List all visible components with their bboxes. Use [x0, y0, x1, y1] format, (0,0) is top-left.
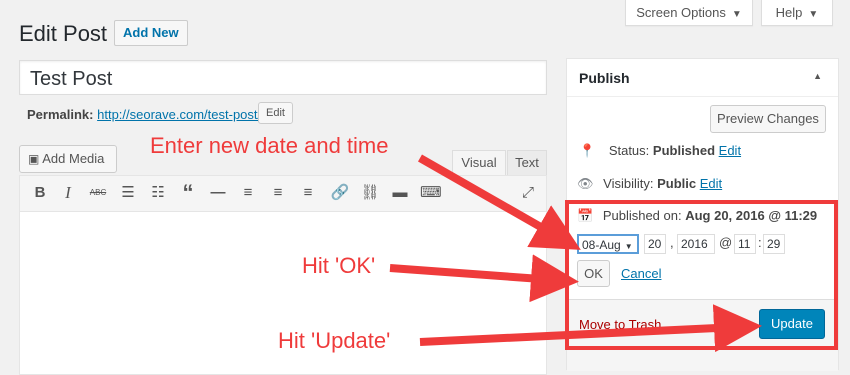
blockquote-icon[interactable]: “ [178, 182, 198, 204]
strikethrough-icon[interactable]: ABC [88, 183, 108, 203]
numbered-list-icon[interactable]: ☷ [148, 183, 168, 203]
add-media-button[interactable]: ▣ Add Media [19, 145, 117, 173]
bold-icon[interactable]: B [30, 183, 50, 203]
publish-heading: Publish [579, 70, 630, 86]
caret-down-icon: ▼ [808, 9, 819, 20]
visibility-row: 👁 Visibility: Public Edit [577, 176, 722, 192]
status-value: Published [652, 143, 716, 158]
remove-link-icon[interactable]: ⛓ [360, 183, 380, 203]
help-button[interactable]: Help ▼ [761, 0, 833, 26]
permalink-edit-button[interactable]: Edit [258, 102, 293, 124]
status-row: 📍 Status: Published Edit [579, 143, 741, 159]
fullscreen-icon[interactable]: ⤢ [518, 183, 538, 203]
annotation-date-time: Enter new date and time [150, 133, 389, 158]
align-right-icon[interactable]: ≡ [298, 183, 318, 203]
visibility-label: Visibility: [603, 176, 654, 191]
pin-icon: 📍 [579, 143, 596, 158]
screen-options-button[interactable]: Screen Options ▼ [625, 0, 753, 26]
italic-icon[interactable]: I [58, 183, 78, 203]
read-more-icon[interactable]: ▬ [390, 183, 410, 203]
bullet-list-icon[interactable]: ☰ [118, 183, 138, 203]
tab-text[interactable]: Text [507, 150, 547, 176]
permalink-label: Permalink: [27, 107, 94, 122]
toolbar-toggle-icon[interactable]: ⌨ [420, 183, 442, 203]
highlight-box [565, 200, 838, 350]
annotation-hit-ok: Hit 'OK' [302, 253, 376, 278]
eye-icon: 👁 [577, 176, 594, 191]
add-media-label: Add Media [42, 151, 105, 166]
insert-link-icon[interactable]: 🔗 [330, 183, 350, 203]
editor-toolbar: B I ABC ☰ ☷ “ — ≡ ≡ ≡ 🔗 ⛓ ▬ ⌨ ⤢ [20, 176, 546, 212]
tab-visual[interactable]: Visual [452, 150, 506, 176]
status-edit-link[interactable]: Edit [719, 143, 741, 158]
post-title-input[interactable]: Test Post [19, 60, 547, 95]
screen-options-label: Screen Options [636, 5, 726, 20]
help-label: Help [775, 5, 803, 20]
add-new-button[interactable]: Add New [114, 20, 188, 46]
align-center-icon[interactable]: ≡ [268, 183, 288, 203]
media-icon: ▣ [28, 152, 40, 166]
publish-header[interactable]: Publish ▲ [567, 59, 838, 97]
page-title: Edit Post [19, 21, 108, 46]
status-label: Status: [608, 143, 650, 158]
preview-changes-button[interactable]: Preview Changes [710, 105, 826, 133]
caret-down-icon: ▼ [731, 9, 742, 20]
horizontal-line-icon[interactable]: — [208, 183, 228, 203]
visibility-edit-link[interactable]: Edit [700, 176, 722, 191]
visibility-value: Public [657, 176, 697, 191]
collapse-icon[interactable]: ▲ [813, 71, 822, 81]
annotation-hit-update: Hit 'Update' [278, 328, 391, 353]
align-left-icon[interactable]: ≡ [238, 183, 258, 203]
permalink-url-link[interactable]: http://seorave.com/test-post/ [97, 107, 261, 122]
permalink: Permalink: http://seorave.com/test-post/ [27, 107, 261, 122]
